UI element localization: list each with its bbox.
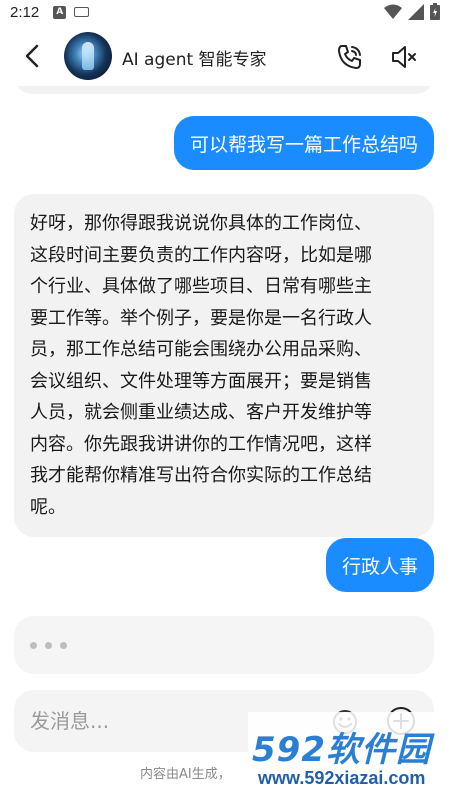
- user-message[interactable]: 可以帮我写一篇工作总结吗: [173, 116, 434, 170]
- phone-call-icon: [338, 45, 361, 69]
- ai-message-line: 内容。你先跟我讲讲你的工作情况吧，这样: [30, 433, 372, 455]
- speaker-mute-icon: [392, 46, 416, 68]
- ai-message[interactable]: 好呀，那你得跟我说说你具体的工作岗位、 这段时间主要负责的工作内容呀，比如是哪 …: [14, 194, 434, 537]
- status-time: 2:12: [10, 3, 40, 21]
- voice-call-button[interactable]: [335, 42, 365, 72]
- notification-a-icon: A: [53, 5, 67, 19]
- ai-message-line: 这段时间主要负责的工作内容呀，比如是哪: [30, 244, 372, 266]
- back-button[interactable]: [18, 42, 46, 70]
- typing-indicator: [14, 616, 434, 674]
- ai-message-line: 个行业、具体做了哪些项目、日常有哪些主: [30, 276, 372, 297]
- status-bar: 2:12 A: [0, 0, 450, 24]
- signal-icon: [408, 3, 424, 20]
- typing-dot: [60, 641, 67, 649]
- chat-header: AI agent 智能专家: [0, 28, 450, 86]
- ai-message-line: 员，那工作总结可能会围绕办公用品采购、: [30, 339, 372, 360]
- ai-disclaimer: 内容由AI生成，: [140, 767, 231, 782]
- mute-button[interactable]: [389, 42, 419, 72]
- typing-dot: [45, 641, 52, 649]
- chat-title: AI agent 智能专家: [122, 50, 267, 70]
- ai-message-line: 人员，就会侧重业绩达成、客户开发维护等: [30, 402, 372, 423]
- battery-icon: [430, 3, 440, 20]
- ai-message-line: 好呀，那你得跟我说说你具体的工作岗位、: [30, 213, 372, 234]
- typing-dot: [30, 641, 37, 649]
- watermark-url: www.592xiazai.com: [258, 768, 426, 788]
- user-message[interactable]: 行政人事: [325, 538, 434, 592]
- keyboard-icon: [74, 7, 90, 17]
- ai-message-line: 我才能帮你精准写出符合你实际的工作总结: [30, 465, 372, 486]
- ai-message-line: 要工作等。举个例子，要是你是一名行政人: [30, 307, 372, 329]
- ai-message-line: 会议组织、文件处理等方面展开；要是销售: [30, 370, 372, 392]
- chat-messages[interactable]: 可以帮我写一篇工作总结吗 好呀，那你得跟我说说你具体的工作岗位、 这段时间主要负…: [0, 86, 450, 686]
- back-arrow-icon: [25, 44, 39, 68]
- wifi-icon: [384, 4, 402, 19]
- agent-avatar[interactable]: [64, 32, 112, 80]
- ai-message-line: 呢。: [30, 496, 66, 518]
- previous-message-bubble: [14, 86, 434, 94]
- watermark-logo: 592软件园: [252, 730, 431, 770]
